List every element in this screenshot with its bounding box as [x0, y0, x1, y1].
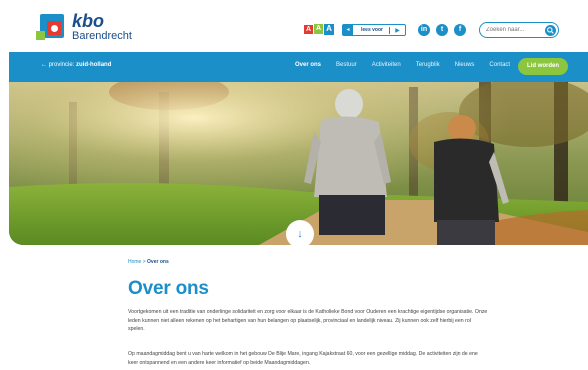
- nav-item-activiteiten[interactable]: Activiteiten: [372, 62, 401, 68]
- readspeaker-label: lees voor: [361, 27, 383, 33]
- twitter-icon[interactable]: t: [436, 24, 448, 36]
- province-link[interactable]: ← provincie: zuid-holland: [41, 62, 111, 68]
- linkedin-icon[interactable]: in: [418, 24, 430, 36]
- arrow-down-icon: ↓: [297, 228, 303, 240]
- nav-item-terugblik[interactable]: Terugblik: [416, 62, 440, 68]
- font-size-switcher: A A A: [304, 24, 334, 35]
- breadcrumb-current: Over ons: [147, 259, 169, 265]
- scroll-down-button[interactable]: ↓: [286, 220, 314, 248]
- nav-item-over-ons[interactable]: Over ons: [295, 62, 321, 68]
- monday-paragraph: Op maandagmiddag bent u van harte welkom…: [128, 351, 478, 366]
- kbo-logo[interactable]: [36, 14, 64, 40]
- nav-item-contact[interactable]: Contact: [489, 62, 510, 68]
- nav-menu: Over ons Bestuur Activiteiten Terugblik …: [295, 62, 510, 68]
- nav-item-bestuur[interactable]: Bestuur: [336, 62, 357, 68]
- brand-name: kbo: [72, 11, 105, 31]
- intro-paragraph: Voortgekomen uit een traditie van onderl…: [128, 309, 488, 333]
- speaker-icon: ◂: [343, 25, 353, 35]
- province-value: zuid-holland: [76, 62, 112, 68]
- font-size-medium-button[interactable]: A: [314, 24, 323, 34]
- join-button[interactable]: Lid worden: [518, 58, 568, 75]
- font-size-small-button[interactable]: A: [304, 25, 313, 34]
- font-size-large-button[interactable]: A: [324, 24, 334, 35]
- breadcrumb-separator: >: [142, 259, 146, 265]
- breadcrumb: Home > Over ons: [128, 259, 169, 265]
- site-header: kbo Barendrecht A A A ◂ lees voor ▶ in t…: [0, 0, 588, 52]
- facebook-icon[interactable]: f: [454, 24, 466, 36]
- nav-item-nieuws[interactable]: Nieuws: [455, 62, 475, 68]
- brand-wordmark[interactable]: kbo Barendrecht: [72, 12, 132, 42]
- search-box: [479, 22, 559, 38]
- page-title: Over ons: [128, 278, 209, 299]
- play-icon[interactable]: ▶: [389, 26, 405, 34]
- breadcrumb-home[interactable]: Home: [128, 259, 141, 265]
- search-icon[interactable]: [545, 25, 556, 36]
- readspeaker-widget[interactable]: ◂ lees voor ▶: [342, 24, 406, 36]
- brand-city: Barendrecht: [72, 30, 132, 42]
- main-navigation: ← provincie: zuid-holland Over ons Bestu…: [9, 52, 588, 82]
- province-prefix: ← provincie:: [41, 62, 75, 68]
- search-input[interactable]: [486, 25, 542, 35]
